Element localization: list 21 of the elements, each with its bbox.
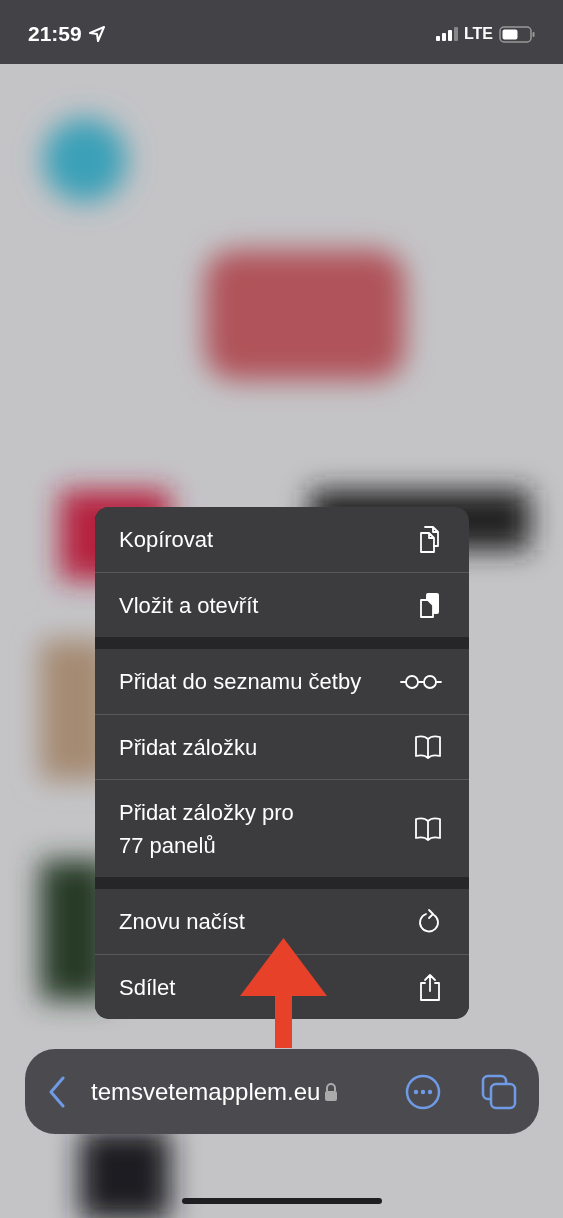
menu-item[interactable]: Přidat záložky pro 77 panelů (95, 779, 469, 877)
signal-icon (435, 27, 458, 41)
book-icon (413, 734, 443, 760)
book-icon (413, 815, 443, 842)
lock-icon (324, 1082, 339, 1101)
more-button[interactable] (405, 1073, 441, 1110)
battery-icon (499, 25, 535, 43)
menu-item[interactable]: Přidat do seznamu četby (95, 649, 469, 714)
more-icon (405, 1073, 441, 1110)
tabs-button[interactable] (481, 1073, 517, 1110)
menu-item[interactable]: Znovu načíst (95, 889, 469, 954)
menu-item[interactable]: Přidat záložku (95, 714, 469, 779)
share-icon (417, 972, 443, 1002)
location-arrow-icon (87, 25, 106, 43)
tabs-icon (481, 1073, 517, 1110)
back-chevron-icon (48, 1075, 66, 1108)
url-text[interactable]: temsvetemapplem.eu (91, 1073, 321, 1110)
network-type: LTE (463, 24, 493, 44)
menu-item[interactable]: Vložit a otevřít (95, 572, 469, 637)
status-time: 21:59 (28, 21, 82, 48)
menu-item[interactable]: Kopírovat (95, 507, 469, 572)
